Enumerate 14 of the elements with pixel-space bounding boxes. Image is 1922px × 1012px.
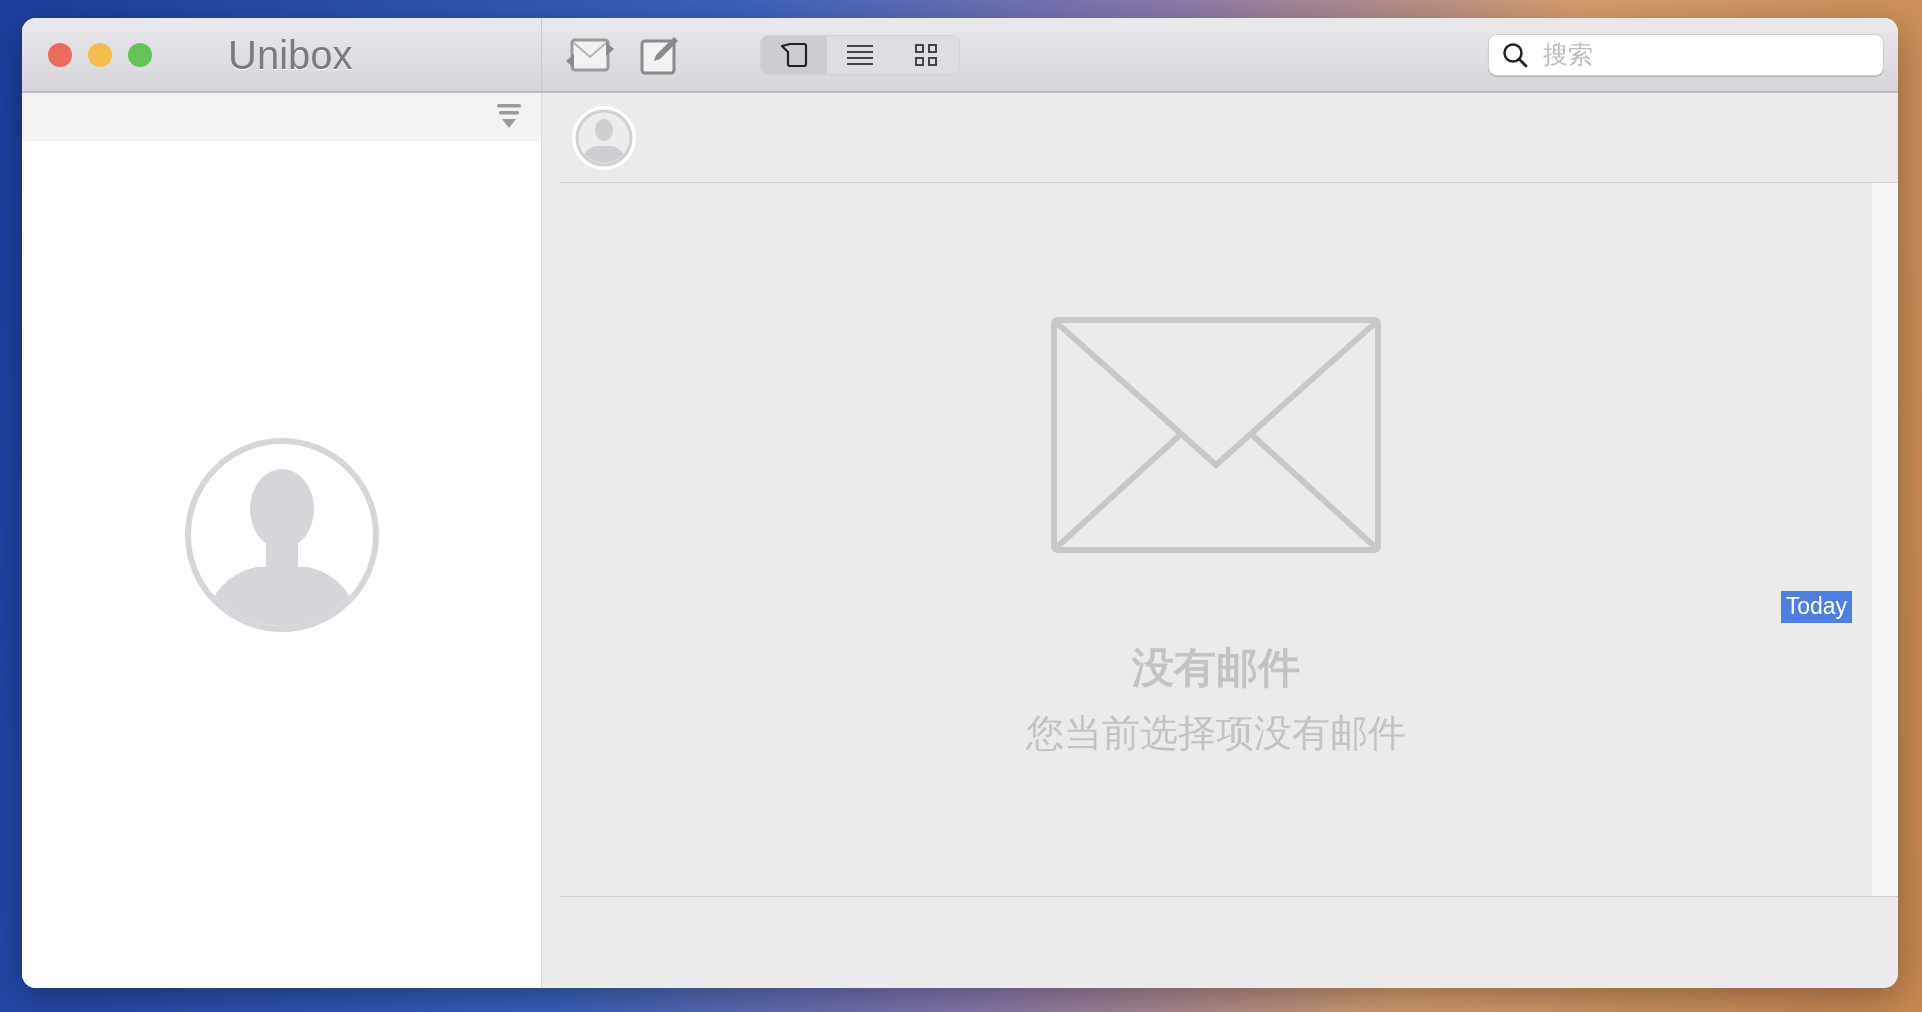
avatar-placeholder-icon xyxy=(183,436,380,633)
filter-icon[interactable] xyxy=(497,104,521,130)
search-icon xyxy=(1502,41,1528,68)
list-icon xyxy=(847,43,873,66)
avatar-icon[interactable] xyxy=(570,103,638,172)
envelope-icon xyxy=(1051,317,1381,553)
window-title: Unibox xyxy=(228,31,353,79)
search-field[interactable]: 搜索 xyxy=(1488,33,1884,76)
view-tab[interactable] xyxy=(761,35,827,74)
speech-bubble-icon xyxy=(780,41,808,68)
close-button[interactable] xyxy=(48,42,72,67)
date-label: Today xyxy=(1780,591,1852,623)
zoom-button[interactable] xyxy=(128,42,152,67)
grid-icon xyxy=(915,43,937,66)
